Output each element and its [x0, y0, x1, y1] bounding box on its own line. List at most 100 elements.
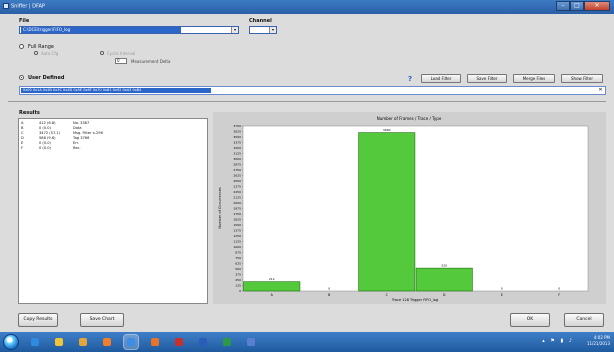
media-icon-glyph [103, 338, 111, 346]
y-tick-label: 2125 [233, 196, 241, 200]
full-range-label: Full Range [28, 44, 54, 50]
ie-icon-glyph [31, 338, 39, 346]
auto-label: Auto Cfg [41, 51, 59, 56]
auto-radio[interactable] [34, 51, 38, 55]
plot-area [242, 125, 589, 292]
bar-D [415, 267, 473, 292]
window-title: Sniffer | DFAP [3, 3, 45, 10]
y-tick-label: 750 [235, 256, 241, 260]
minimize-button[interactable]: – [556, 1, 570, 11]
load-filter-button[interactable]: Load Filter [421, 74, 461, 83]
network-icon[interactable] [123, 334, 139, 350]
bar-C [358, 132, 416, 292]
measurement-label: Measurement Delta [131, 59, 171, 64]
excel-icon-glyph [223, 338, 231, 346]
user-defined-label: User Defined [28, 75, 65, 81]
cyclic-radio[interactable] [100, 51, 104, 55]
file-select-value: C:\DCE\trigger\FIFO_log [21, 27, 181, 33]
chrome-icon-glyph [55, 338, 63, 346]
y-tick-label: 0 [239, 289, 241, 293]
y-tick-label: 1750 [233, 212, 241, 216]
firefox-icon-glyph [151, 338, 159, 346]
start-button[interactable] [3, 334, 19, 350]
app-icon [3, 3, 9, 9]
media-icon[interactable] [100, 335, 114, 349]
firefox-icon[interactable] [148, 335, 162, 349]
y-tick-label: 2250 [233, 190, 241, 194]
y-tick-label: 3750 [233, 124, 241, 128]
x-tick-label: F [558, 293, 560, 297]
y-tick-label: 2000 [233, 201, 241, 205]
adobe-icon-glyph [175, 338, 183, 346]
show-filter-button[interactable]: Show Filter [561, 74, 603, 83]
clear-icon[interactable]: ✕ [597, 87, 604, 94]
y-tick-label: 3500 [233, 135, 241, 139]
y-tick-label: 3625 [233, 130, 241, 134]
y-tick-label: 1875 [233, 207, 241, 211]
y-tick-label: 500 [235, 267, 241, 271]
bar-A [243, 281, 301, 292]
chevron-down-icon[interactable]: ▾ [269, 27, 276, 33]
window-title-text: Sniffer | DFAP [11, 3, 45, 10]
data-label: 0 [501, 287, 503, 291]
list-item: F0 (0.0) Rec. [21, 146, 81, 150]
file-select[interactable]: C:\DCE\trigger\FIFO_log ▾ [19, 26, 239, 34]
merge-files-button[interactable]: Merge Files [513, 74, 555, 83]
y-tick-label: 875 [235, 251, 241, 255]
close-button[interactable]: ✕ [584, 1, 610, 11]
title-bar: Sniffer | DFAP – □ ✕ [0, 0, 614, 14]
maximize-button[interactable]: □ [570, 1, 584, 11]
save-filter-button[interactable]: Save Filter [467, 74, 507, 83]
y-tick-label: 3000 [233, 157, 241, 161]
help-icon[interactable]: ? [408, 75, 412, 83]
copy-results-button[interactable]: Copy Results [18, 313, 58, 327]
x-axis-label: Trace 128 Trigger FIFO_log [391, 298, 438, 302]
chrome-icon[interactable] [52, 335, 66, 349]
network-icon-glyph [127, 338, 135, 346]
user-defined-input[interactable]: 0x00 0x1A 0x2B 0x3C 0x4D 0x5E 0x6F 0x70 … [19, 86, 606, 95]
user-defined-radio[interactable] [19, 75, 24, 80]
adobe-icon[interactable] [172, 335, 186, 349]
y-tick-label: 2625 [233, 174, 241, 178]
cancel-button[interactable]: Cancel [564, 313, 604, 327]
data-label: 0 [328, 287, 330, 291]
full-range-radio[interactable] [19, 44, 24, 49]
file-label: File [19, 18, 30, 24]
chevron-down-icon[interactable]: ▾ [231, 27, 238, 33]
taskbar: ▴ ⚑ ▮ ♪ 4:02 PM 11/21/2013 [0, 332, 614, 352]
user-defined-value: 0x00 0x1A 0x2B 0x3C 0x4D 0x5E 0x6F 0x70 … [21, 88, 211, 93]
app-icon[interactable] [244, 335, 258, 349]
x-tick-label: E [501, 293, 503, 297]
clock[interactable]: 4:02 PM 11/21/2013 [587, 335, 610, 347]
x-tick-label: B [328, 293, 330, 297]
y-tick-label: 1000 [233, 245, 241, 249]
y-tick-label: 625 [235, 262, 241, 266]
results-list[interactable]: A 412 (6.8) No. 3387 B0 (0.0) Data C 3472 (5… [18, 118, 208, 304]
ie-icon[interactable] [28, 335, 42, 349]
y-tick-label: 375 [235, 273, 241, 277]
folder-icon[interactable] [76, 335, 90, 349]
ok-button[interactable]: OK [510, 313, 550, 327]
chart-title: Number of Frames / Trace / Type [377, 116, 442, 121]
x-tick-label: D [443, 293, 446, 297]
y-tick-label: 1125 [233, 240, 241, 244]
tray-icons[interactable]: ▴ ⚑ ▮ ♪ [542, 338, 574, 344]
divider [8, 101, 606, 102]
y-tick-label: 2750 [233, 168, 241, 172]
channel-select[interactable]: ▾ [249, 26, 277, 34]
clock-date: 11/21/2013 [586, 341, 610, 346]
y-tick-label: 1375 [233, 229, 241, 233]
delta-input[interactable]: 0 [115, 58, 127, 64]
excel-icon[interactable] [220, 335, 234, 349]
x-tick-label: A [271, 293, 274, 297]
folder-icon-glyph [79, 338, 87, 346]
y-tick-label: 1500 [233, 223, 241, 227]
app-icon-glyph [247, 338, 255, 346]
x-tick-label: C [386, 293, 389, 297]
cyclic-label: Cyclic Interval [107, 51, 136, 56]
window-controls: – □ ✕ [556, 1, 610, 12]
save-chart-button[interactable]: Save Chart [80, 313, 124, 327]
results-label: Results [19, 110, 40, 116]
word-icon[interactable] [196, 335, 210, 349]
y-tick-label: 3250 [233, 146, 241, 150]
